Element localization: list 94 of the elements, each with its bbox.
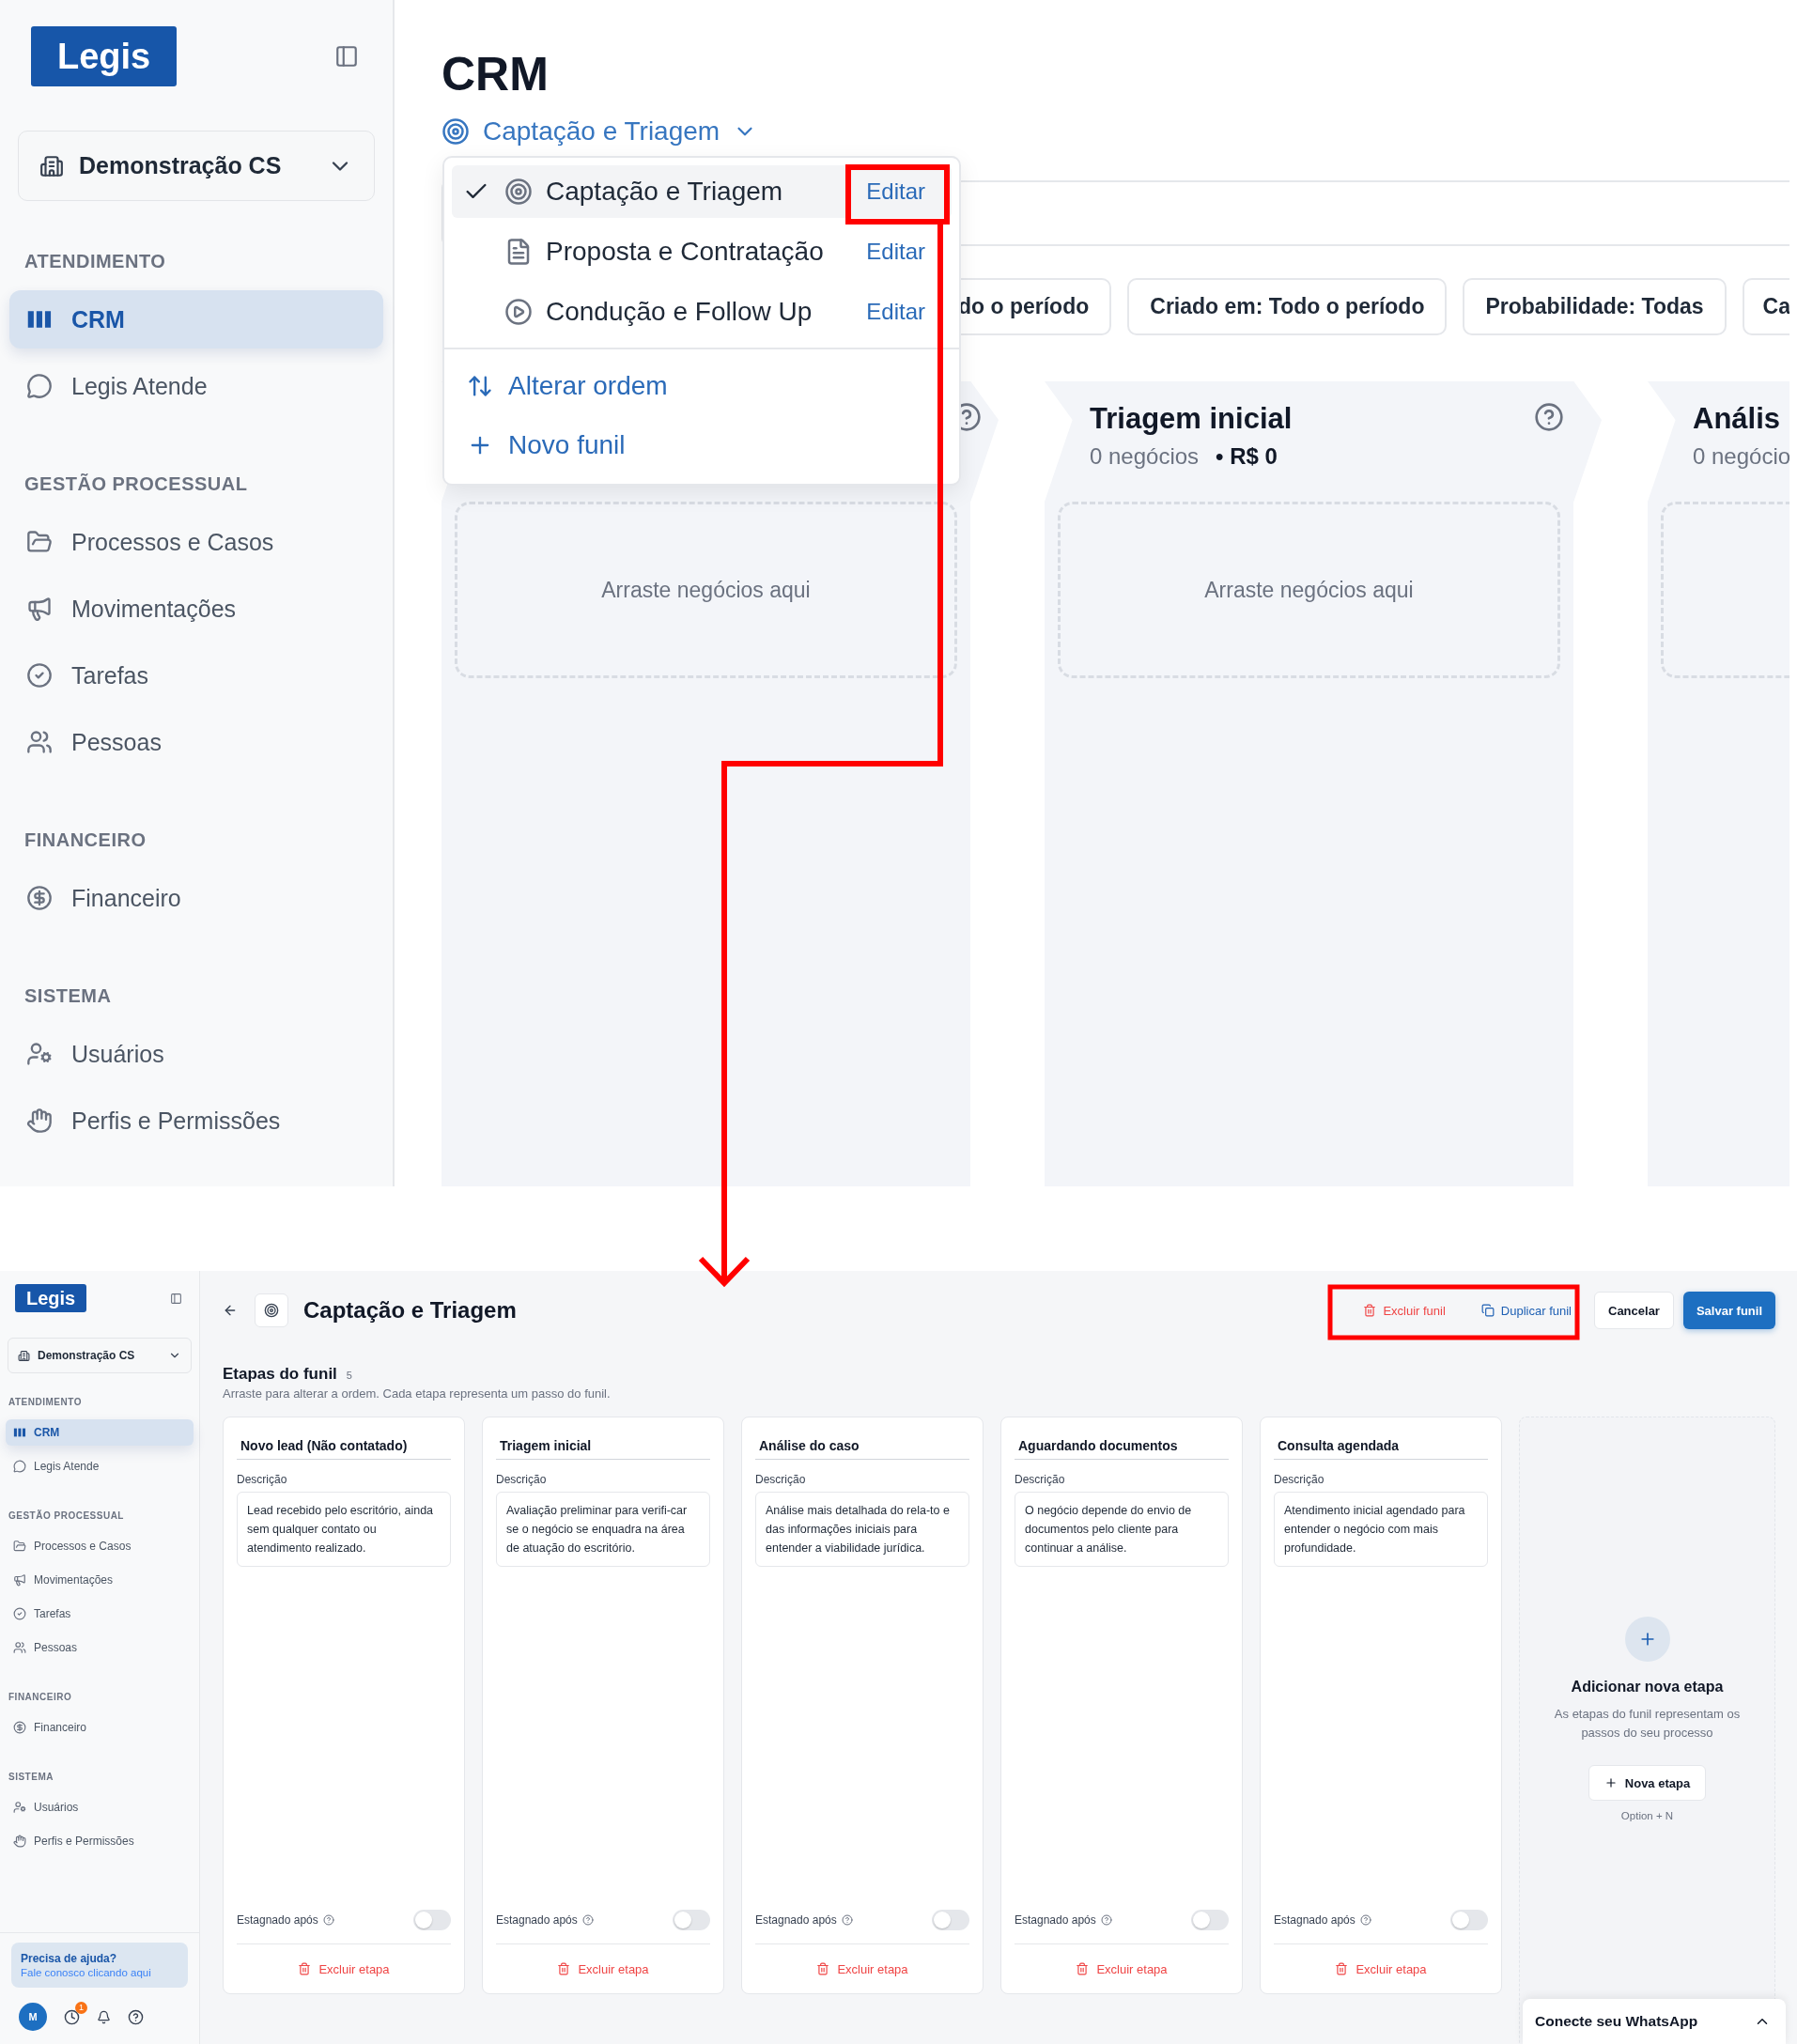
stage-card[interactable]: Análise do caso Descrição Análise mais detalhada do rela-to e das informações iniciais para entender a viabilidade jurídica. Estagnado após Excluir etapa: [741, 1417, 984, 1994]
description-field[interactable]: O negócio depende do envio de documentos pelo cliente para continuar a análise.: [1015, 1492, 1229, 1567]
section-heading: SISTEMA: [24, 984, 113, 1007]
description-field[interactable]: Atendimento inicial agendado para entender o negócio com mais profundidade.: [1274, 1492, 1488, 1567]
nav-item[interactable]: CRM: [9, 290, 383, 348]
shortcut-hint: Option + N: [1620, 1810, 1674, 1821]
drop-hint: Arraste negócios aqui: [601, 577, 811, 603]
workspace-selector[interactable]: Demonstração CS: [18, 131, 375, 201]
column-title: Triagem inicial: [1090, 402, 1293, 436]
section-heading: GESTÃO PROCESSUAL: [24, 472, 249, 495]
nav-item[interactable]: Tarefas: [9, 646, 383, 705]
page-title: CRM: [442, 47, 550, 101]
help-title: Precisa de ajuda?: [21, 1952, 118, 1965]
duplicate-button[interactable]: Duplicar funil: [1467, 1292, 1585, 1329]
nav-item[interactable]: Processos e Casos: [6, 1533, 194, 1559]
delete-stage-button[interactable]: Excluir etapa: [551, 1944, 655, 1993]
section-heading: FINANCEIRO: [24, 828, 147, 851]
section-title: Etapas do funil: [223, 1365, 337, 1384]
workspace-selector[interactable]: Demonstração CS: [8, 1338, 192, 1373]
field-label: Descrição: [496, 1473, 547, 1486]
stalled-label: Estagnado após: [1015, 1913, 1096, 1927]
delete-stage-button[interactable]: Excluir etapa: [811, 1944, 914, 1993]
funnel-selector[interactable]: Captação e Triagem: [442, 113, 758, 150]
delete-stage-button[interactable]: Excluir etapa: [292, 1944, 395, 1993]
field-label: Descrição: [1015, 1473, 1065, 1486]
deal-total: • R$ 0: [1216, 443, 1278, 470]
edit-link[interactable]: Editar: [866, 178, 925, 205]
menu-item[interactable]: Proposta e Contratação Editar: [452, 225, 952, 278]
nav-item[interactable]: Movimentações: [6, 1567, 194, 1593]
description-field[interactable]: Lead recebido pelo escritório, ainda sem qualquer contato ou atendimento realizado.: [237, 1492, 451, 1567]
stage-card[interactable]: Triagem inicial Descrição Avaliação preliminar para verifi-car se o negócio se enquadra na área de atuação do escritório. Estagnado após Excluir etapa: [482, 1417, 724, 1994]
stage-name-field[interactable]: Aguardando documentos: [1015, 1434, 1229, 1460]
add-stage-title: Adicionar nova etapa: [1571, 1679, 1724, 1696]
nav-item[interactable]: Pessoas: [6, 1634, 194, 1661]
nav-item[interactable]: Movimentações: [9, 580, 383, 638]
stage-count: 5: [346, 1370, 352, 1381]
logo: Legis: [31, 26, 178, 86]
stalled-label: Estagnado após: [237, 1913, 318, 1927]
stage-name-field[interactable]: Novo lead (Não contatado): [237, 1434, 451, 1460]
field-label: Descrição: [755, 1473, 806, 1486]
drop-hint: Arraste negócios aqui: [1204, 577, 1414, 603]
description-field[interactable]: Avaliação preliminar para verifi-car se o negócio se enquadra na área de atuação do escritório.: [496, 1492, 710, 1567]
menu-item[interactable]: Captação e Triagem Editar: [452, 165, 952, 218]
add-stage-text: As etapas do funil representam os passos do seu processo: [1553, 1706, 1742, 1742]
user-avatar[interactable]: M: [19, 2003, 47, 2031]
field-label: Descrição: [1274, 1473, 1325, 1486]
section-heading: SISTEMA: [8, 1771, 54, 1784]
deal-count: 0 negócio: [1693, 443, 1789, 470]
stage-card[interactable]: Aguardando documentos Descrição O negócio depende do envio de documentos pelo cliente para continuar a análise. Estagnado após Excluir etapa: [1000, 1417, 1243, 1994]
filter-button[interactable]: Probabilidade: Todas: [1463, 278, 1727, 335]
stalled-label: Estagnado após: [496, 1913, 578, 1927]
logo: Legis: [15, 1284, 87, 1312]
notification-badge: 1: [75, 2001, 87, 2014]
section-heading: GESTÃO PROCESSUAL: [8, 1510, 125, 1523]
stalled-label: Estagnado após: [755, 1913, 837, 1927]
filter-button[interactable]: Criado em: Todo o período: [1127, 278, 1448, 335]
nav-item[interactable]: Legis Atende: [9, 357, 383, 415]
menu-action[interactable]: Alterar ordem: [452, 363, 952, 409]
edit-link[interactable]: Editar: [866, 239, 925, 265]
description-field[interactable]: Análise mais detalhada do rela-to e das informações iniciais para entender a viabilidade jurídica.: [755, 1492, 969, 1567]
stage-card[interactable]: Novo lead (Não contatado) Descrição Lead recebido pelo escritório, ainda sem qualquer contato ou atendimento realizado. Estagnado após Excluir etapa: [223, 1417, 465, 1994]
menu-action[interactable]: Novo funil: [452, 422, 952, 468]
save-button[interactable]: Salvar funil: [1682, 1292, 1775, 1329]
nav-item[interactable]: Pessoas: [9, 713, 383, 771]
stage-card[interactable]: Consulta agendada Descrição Atendimento inicial agendado para entender o negócio com mais profundidade. Estagnado após Excluir etapa: [1260, 1417, 1502, 1994]
new-stage-button[interactable]: Nova etapa: [1588, 1765, 1707, 1801]
nav-item[interactable]: Tarefas: [6, 1601, 194, 1627]
stage-name-field[interactable]: Triagem inicial: [496, 1434, 710, 1460]
help-card[interactable]: Precisa de ajuda? Fale conosco clicando aqui: [11, 1943, 188, 1988]
deal-count: 0 negócios: [1090, 443, 1200, 470]
nav-item[interactable]: Legis Atende: [6, 1453, 194, 1479]
whatsapp-widget[interactable]: Conecte seu WhatsApp: [1523, 1999, 1786, 2044]
nav-item[interactable]: Usuários: [9, 1025, 383, 1083]
section-hint: Arraste para alterar a ordem. Cada etapa representa um passo do funil.: [223, 1386, 611, 1401]
stalled-label: Estagnado após: [1274, 1913, 1355, 1927]
nav-item[interactable]: Perfis e Permissões: [6, 1828, 194, 1854]
section-heading: FINANCEIRO: [8, 1691, 73, 1704]
nav-item[interactable]: CRM: [6, 1419, 194, 1446]
field-label: Descrição: [237, 1473, 287, 1486]
delete-button[interactable]: Excluir funil: [1350, 1292, 1459, 1329]
funnel-title: Captação e Triagem: [303, 1297, 517, 1324]
column-title: Anális: [1693, 402, 1782, 436]
stage-name-field[interactable]: Consulta agendada: [1274, 1434, 1488, 1460]
nav-item[interactable]: Processos e Casos: [9, 513, 383, 571]
delete-stage-button[interactable]: Excluir etapa: [1070, 1944, 1173, 1993]
section-heading: ATENDIMENTO: [24, 250, 167, 272]
stage-name-field[interactable]: Análise do caso: [755, 1434, 969, 1460]
nav-item[interactable]: Perfis e Permissões: [9, 1092, 383, 1150]
nav-item[interactable]: Usuários: [6, 1794, 194, 1820]
nav-item[interactable]: Financeiro: [9, 869, 383, 927]
nav-item[interactable]: Financeiro: [6, 1714, 194, 1741]
section-heading: ATENDIMENTO: [8, 1396, 83, 1409]
delete-stage-button[interactable]: Excluir etapa: [1329, 1944, 1433, 1993]
cancel-button[interactable]: Cancelar: [1594, 1292, 1674, 1329]
